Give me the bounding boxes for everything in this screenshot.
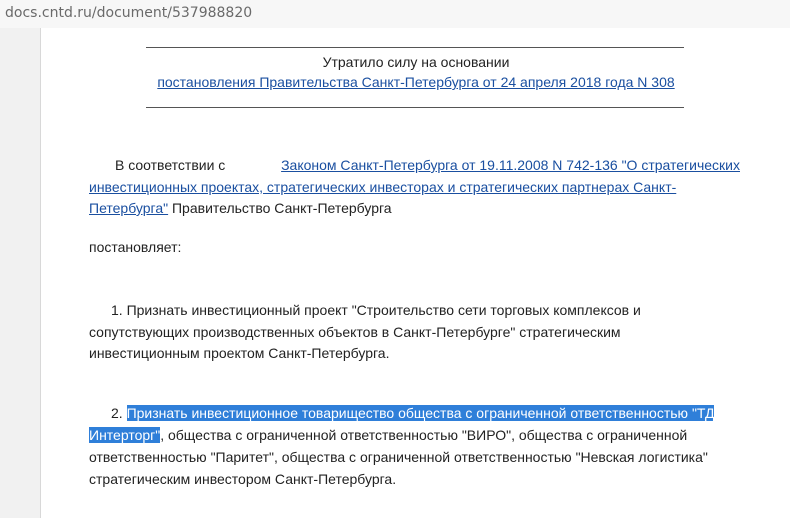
selected-text-2[interactable]: Интерторг"	[89, 427, 161, 443]
item1-text-1: 1. Признать инвестиционный проект "Строи…	[111, 302, 641, 318]
item2-rest-2: , общества с ограниченной ответственност…	[160, 427, 688, 443]
item2-line-2: Интерторг", общества с ограниченной отве…	[89, 424, 687, 446]
item2-line-1: 2. Признать инвестиционное товарищество …	[111, 402, 715, 424]
item1-text-2: сопутствующих производственных объектов …	[89, 324, 621, 340]
item1-line-2: сопутствующих производственных объектов …	[89, 324, 740, 340]
intro-line-2: инвестиционных проектах, стратегических …	[89, 179, 740, 195]
item1-line-1: 1. Признать инвестиционный проект "Строи…	[111, 302, 740, 318]
law-link-part3[interactable]: Петербурга"	[89, 200, 168, 216]
notice-link[interactable]: постановления Правительства Санкт-Петерб…	[157, 74, 674, 90]
item1-line-3: инвестиционным проектом Санкт-Петербурга…	[89, 345, 390, 361]
item2-number: 2.	[111, 405, 123, 421]
top-rule	[146, 47, 684, 48]
url-text[interactable]: docs.cntd.ru/document/537988820	[5, 5, 252, 21]
intro-prefix: В соответствии с	[115, 157, 226, 173]
document-page: Утратило силу на основании постановления…	[40, 28, 790, 518]
law-link-part1[interactable]: Законом Санкт-Петербурга от 19.11.2008 N…	[281, 157, 740, 173]
resolves-text: постановляет:	[89, 239, 182, 255]
item2-line-3: ответственностью "Паритет", общества с о…	[89, 449, 708, 465]
law-link-part2[interactable]: инвестиционных проектах, стратегических …	[89, 179, 676, 195]
selected-text-1[interactable]: Признать инвестиционное товарищество общ…	[126, 405, 715, 421]
address-bar[interactable]: docs.cntd.ru/document/537988820	[0, 0, 790, 28]
item2-line-4: стратегическим инвестором Санкт-Петербур…	[89, 471, 397, 487]
intro-line-3: Петербурга" Правительство Санкт-Петербур…	[89, 197, 392, 219]
notice-text: Утратило силу на основании	[322, 54, 510, 70]
intro-rest: Правительство Санкт-Петербурга	[168, 200, 392, 216]
bottom-rule	[146, 107, 684, 108]
notice-link-line: постановления Правительства Санкт-Петерб…	[41, 71, 790, 93]
intro-line-1: В соответствии с Законом Санкт-Петербург…	[115, 157, 740, 173]
